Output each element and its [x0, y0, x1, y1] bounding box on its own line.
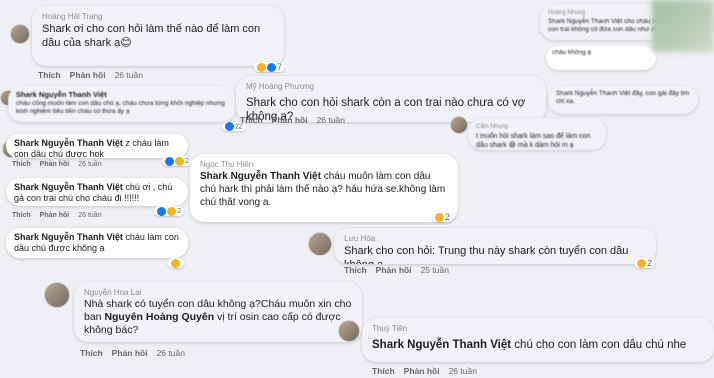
- like-button[interactable]: Thích: [80, 348, 103, 358]
- profile-photo: [652, 0, 714, 52]
- comment-time[interactable]: 26 tuần: [78, 161, 101, 168]
- comment-text: Nhà shark có tuyển con dâu không ạ?Cháu …: [84, 298, 352, 336]
- comment-actions: Thích Phản hồi 26 tuần: [80, 348, 194, 358]
- comment-text: Shark cho con hỏi: Trung thu này shark c…: [344, 245, 629, 264]
- like-button[interactable]: Thích: [38, 70, 61, 80]
- like-button[interactable]: Thích: [12, 161, 31, 168]
- like-icon: [225, 122, 234, 131]
- comment-bubble: Shark Nguyễn Thanh Việt chú ơi , chú gả …: [6, 178, 188, 206]
- comment-text: Shark Nguyễn Thanh Việt cháu làm con dâu…: [14, 232, 179, 253]
- comment-bubble: Lưu Hòa Shark cho con hỏi: Trung thu này…: [334, 228, 656, 264]
- haha-icon: [257, 63, 266, 73]
- mention-link[interactable]: Shark Nguyễn Thanh Việt: [14, 182, 123, 192]
- comment-bubble: Hoàng Hải Trang Shark ơi cho con hỏi làm…: [32, 6, 284, 66]
- haha-icon: [435, 213, 444, 223]
- comment-bubble: Shark Nguyễn Thanh Việt z cháu làm con d…: [6, 134, 188, 158]
- comment-text: Shark Nguyễn Thanh Việt chú ơi , chú gả …: [14, 182, 173, 203]
- haha-icon: [637, 259, 646, 269]
- like-icon: [157, 206, 166, 216]
- reaction-count[interactable]: 2: [634, 258, 656, 269]
- mention-link[interactable]: Shark Nguyễn Thanh Việt: [14, 232, 123, 242]
- reaction-count[interactable]: 2: [432, 212, 454, 223]
- avatar[interactable]: [44, 282, 70, 308]
- comment-bubble: Cẩm Nhung t muốn hỏi shark làm sao để là…: [468, 118, 606, 150]
- reaction-count[interactable]: 2: [154, 206, 185, 216]
- comment-bubble: Thuý Tiên Shark Nguyễn Thanh Việt chú ch…: [362, 318, 714, 362]
- comment-bubble: Shark Nguyễn Thanh Việt cháu cũng muốn l…: [8, 86, 236, 122]
- like-button[interactable]: Thích: [372, 366, 395, 376]
- comment-time[interactable]: 26 tuần: [115, 70, 143, 80]
- avatar[interactable]: [338, 320, 360, 342]
- avatar[interactable]: [308, 232, 332, 256]
- haha-icon: [171, 258, 180, 268]
- comment-bubble: Ngọc Thu Hiền Shark Nguyễn Thanh Việt ch…: [190, 154, 458, 222]
- comment-time[interactable]: 25 tuần: [421, 265, 449, 275]
- comment-text: Shark Nguyễn Thanh Việt z cháu làm con d…: [14, 138, 169, 158]
- comment-text: Shark Nguyễn Thanh Việt chú cho con làm …: [372, 339, 687, 351]
- reaction-count[interactable]: 7: [254, 62, 286, 73]
- comment-time[interactable]: 26 tuần: [157, 348, 185, 358]
- reaction-count[interactable]: 2: [162, 156, 193, 166]
- like-button[interactable]: Thích: [12, 212, 31, 219]
- commenter-name[interactable]: Ngọc Thu Hiền: [200, 160, 448, 170]
- comment-actions: Thích Phản hồi 25 tuần: [344, 265, 458, 275]
- comment-time[interactable]: 26 tuần: [449, 366, 477, 376]
- commenter-name[interactable]: Lưu Hòa: [344, 234, 646, 244]
- mention-link[interactable]: Shark Nguyễn Thanh Việt: [372, 339, 511, 351]
- comment-actions: Thích Phản hồi 26 tuần: [240, 115, 354, 125]
- commenter-name[interactable]: Mỹ Hoàng Phương: [246, 82, 536, 92]
- comment-text: cháu cũng muốn làm con dâu chú ạ, cháu c…: [16, 100, 225, 115]
- commenter-name[interactable]: Thuý Tiên: [372, 324, 704, 334]
- commenter-name[interactable]: Cẩm Nhung: [476, 122, 598, 132]
- commenter-name[interactable]: Hoàng Hải Trang: [42, 12, 274, 22]
- comment-actions: Thích Phản hồi 26 tuần: [38, 70, 152, 80]
- reply-button[interactable]: Phản hồi: [272, 115, 308, 125]
- comment-bubble: cháu không ạ: [546, 46, 656, 70]
- comment-bubble: Shark Nguyễn Thanh Việt đây, con gái đây…: [548, 86, 698, 114]
- avatar[interactable]: [450, 116, 468, 134]
- haha-icon: [175, 156, 184, 166]
- reply-button[interactable]: Phản hồi: [40, 212, 70, 219]
- mention-link[interactable]: Shark Nguyễn Thanh Việt: [200, 171, 321, 182]
- reply-button[interactable]: Phản hồi: [112, 348, 148, 358]
- reply-button[interactable]: Phản hồi: [404, 366, 440, 376]
- reaction-count[interactable]: [168, 258, 184, 268]
- mention-link[interactable]: Nguyên Hoàng Quyên: [104, 311, 214, 323]
- reply-button[interactable]: Phản hồi: [376, 265, 412, 275]
- comment-actions: Thích Phản hồi 26 tuần: [12, 161, 111, 168]
- reply-button[interactable]: Phản hồi: [40, 161, 70, 168]
- comment-text: Shark Nguyễn Thanh Việt đây, con gái đây…: [556, 90, 690, 105]
- comment-text: Shark Nguyễn Thanh Việt cháu muôn làm co…: [200, 171, 446, 208]
- comment-actions: Thích Phản hồi 26 tuần: [12, 212, 111, 219]
- commenter-name[interactable]: Nguyễn Hoa Lai: [84, 288, 352, 298]
- mention-link[interactable]: Shark Nguyễn Thanh Việt: [14, 138, 123, 148]
- comment-time[interactable]: 26 tuần: [78, 212, 101, 219]
- comment-text: cháu không ạ: [552, 49, 592, 56]
- like-button[interactable]: Thích: [344, 265, 367, 275]
- comment-text: t muốn hỏi shark làm sao để làm con dâu …: [476, 133, 591, 149]
- like-button[interactable]: Thích: [240, 115, 263, 125]
- commenter-name[interactable]: Shark Nguyễn Thanh Việt: [16, 90, 228, 100]
- comment-actions: Thích Phản hồi 26 tuần: [372, 366, 486, 376]
- avatar[interactable]: [10, 24, 30, 44]
- comment-bubble: Shark Nguyễn Thanh Việt cháu làm con dâu…: [6, 228, 188, 258]
- like-icon: [165, 156, 174, 166]
- comment-text: Shark ơi cho con hỏi làm thế nào để làm …: [42, 23, 261, 49]
- reply-button[interactable]: Phản hồi: [70, 70, 106, 80]
- haha-icon: [167, 206, 176, 216]
- comment-time[interactable]: 26 tuần: [317, 115, 345, 125]
- like-icon: [267, 63, 276, 73]
- comment-bubble: Nguyễn Hoa Lai Nhà shark có tuyển con dâ…: [74, 282, 362, 342]
